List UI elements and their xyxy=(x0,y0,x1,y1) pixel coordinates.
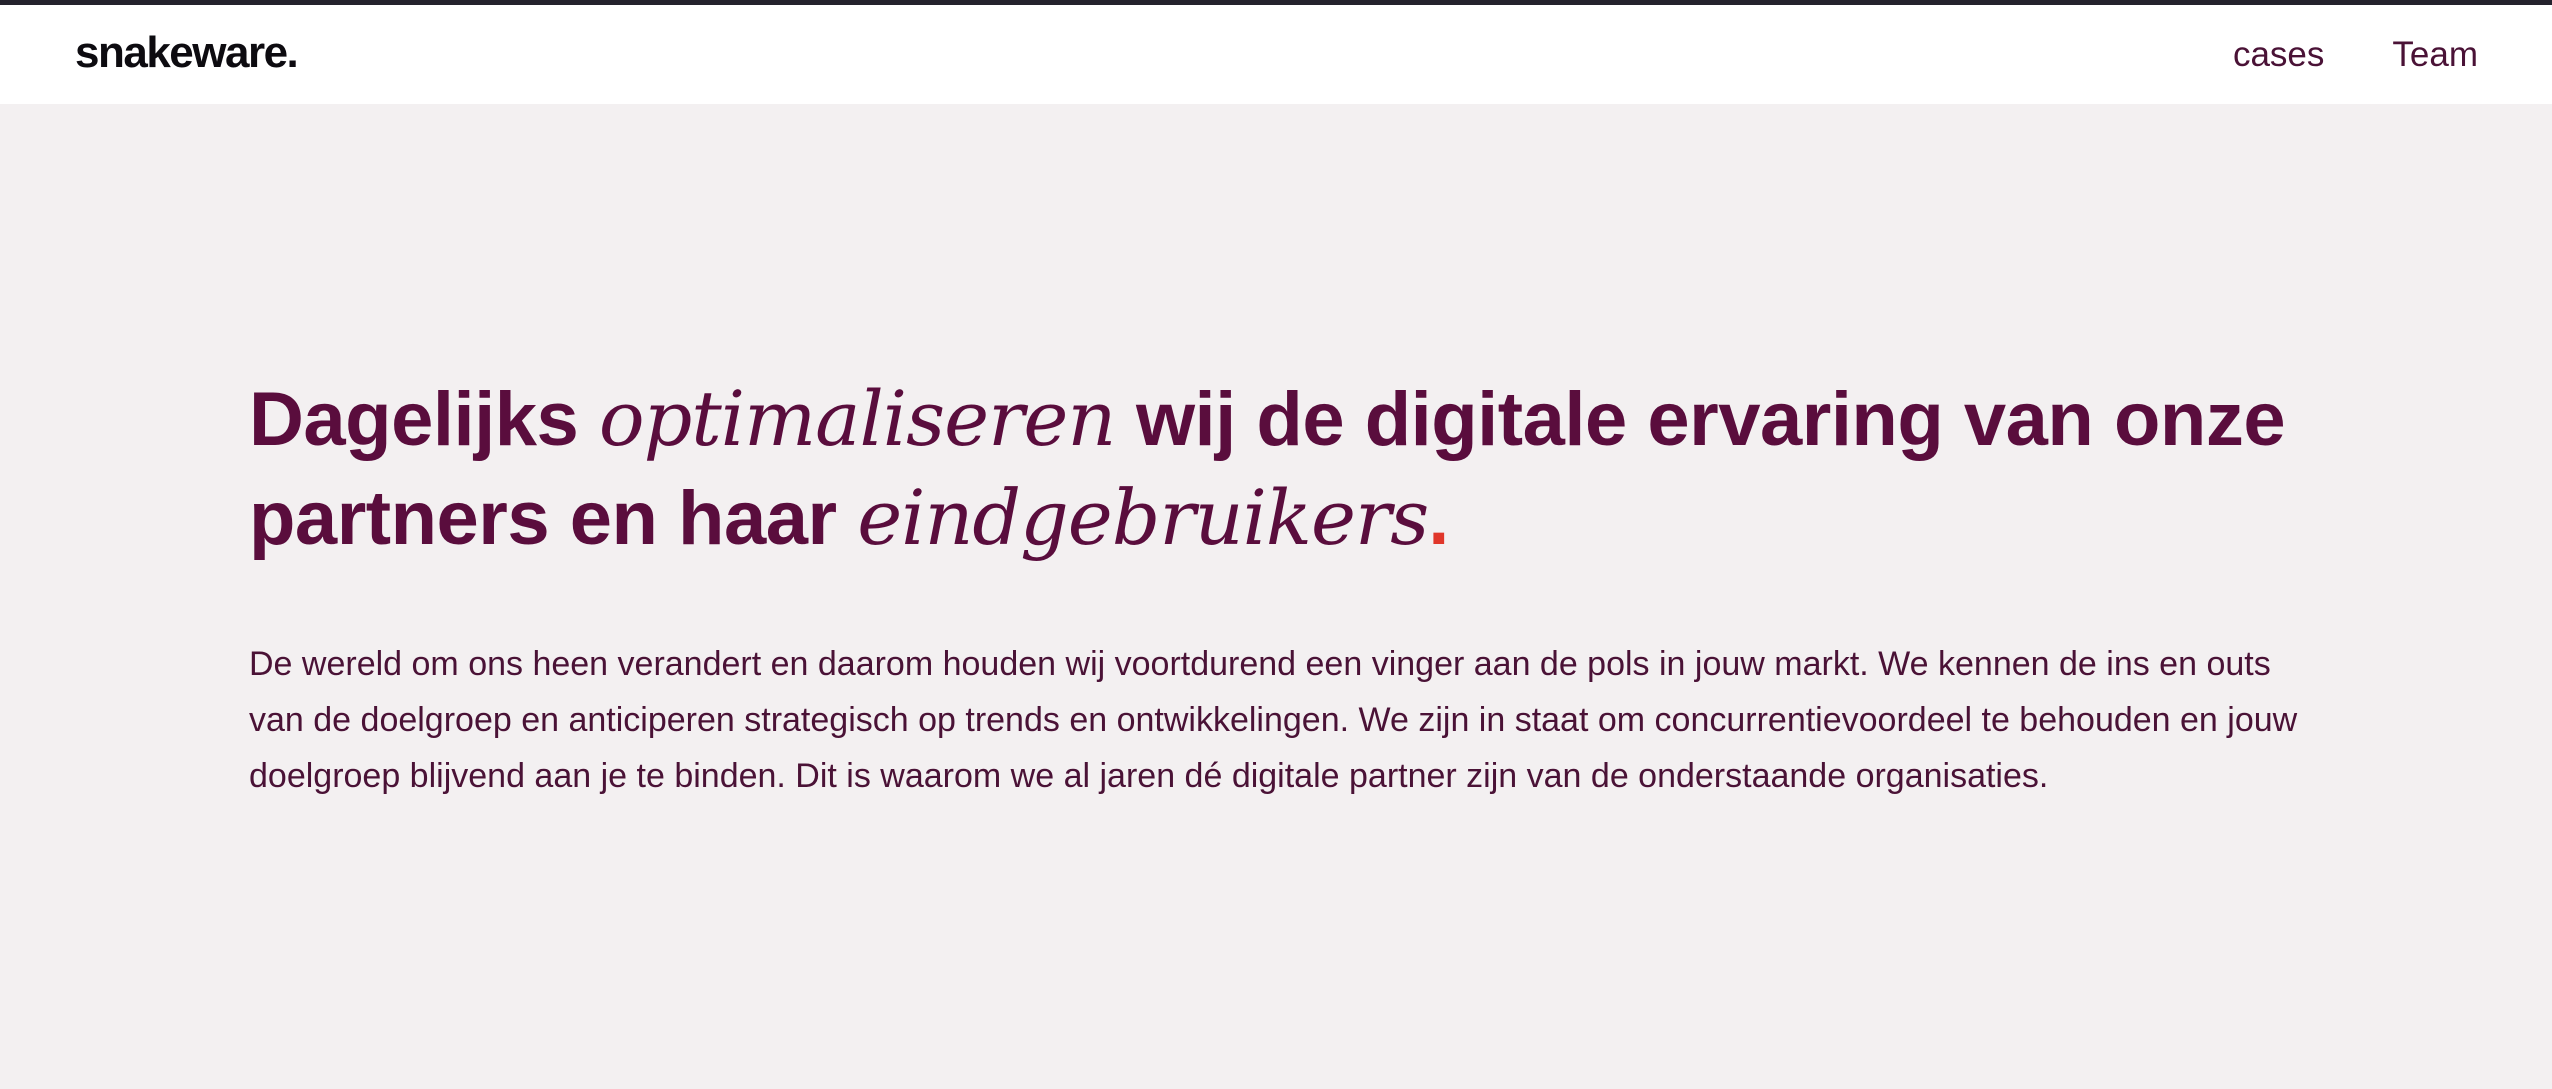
headline-part-1: Dagelijks xyxy=(249,377,599,462)
hero-headline: Dagelijks optimaliseren wij de digitale … xyxy=(249,370,2329,568)
headline-accent-dot: . xyxy=(1428,476,1449,561)
snakeware-logo[interactable]: snakeware. xyxy=(75,31,299,75)
nav-link-cases[interactable]: cases xyxy=(2233,37,2324,72)
hero-section: Dagelijks optimaliseren wij de digitale … xyxy=(249,370,2329,804)
nav-link-team[interactable]: Team xyxy=(2392,37,2478,72)
main-navigation: cases Team xyxy=(2233,5,2552,104)
site-header: snakeware. cases Team xyxy=(0,5,2552,104)
hero-intro-paragraph: De wereld om ons heen verandert en daaro… xyxy=(249,645,2298,795)
headline-italic-optimaliseren: optimaliseren xyxy=(598,374,1116,463)
headline-italic-eindgebruikers: eindgebruikers xyxy=(857,473,1429,562)
